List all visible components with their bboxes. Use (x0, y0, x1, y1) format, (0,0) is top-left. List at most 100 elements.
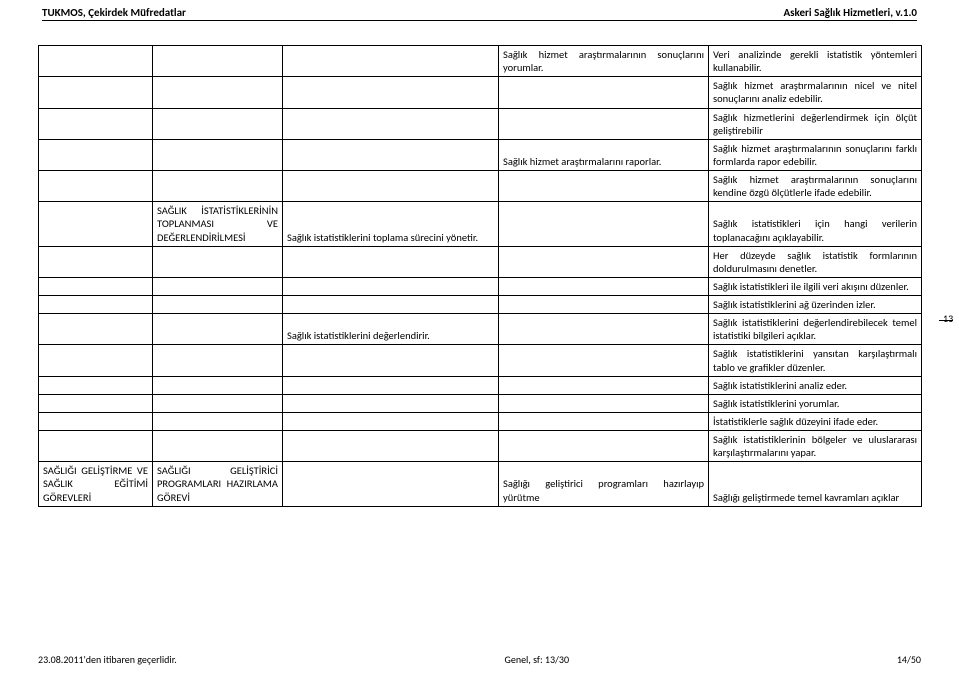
table-row: Sağlık istatistiklerini yansıtan karşıla… (39, 345, 922, 376)
cell (499, 412, 709, 430)
cell (153, 314, 283, 345)
cell (283, 108, 499, 139)
cell (499, 77, 709, 108)
cell (499, 431, 709, 462)
cell (153, 345, 283, 376)
cell (153, 171, 283, 202)
cell (153, 246, 283, 277)
cell (283, 394, 499, 412)
cell (153, 139, 283, 170)
table-row: Sağlık istatistiklerini analiz eder. (39, 376, 922, 394)
header-left: TUKMOS, Çekirdek Müfredatlar (42, 6, 186, 19)
competency-table: Sağlık hizmet araştırmalarının sonuçları… (38, 45, 922, 507)
footer-right: 14/50 (897, 653, 921, 666)
cell: Sağlık istatistikleri ile ilgili veri ak… (709, 277, 922, 295)
cell (283, 171, 499, 202)
margin-page-fragment: 13 (939, 314, 959, 324)
header-rule (42, 20, 917, 21)
cell (153, 277, 283, 295)
cell (499, 376, 709, 394)
cell (39, 296, 153, 314)
cell (499, 202, 709, 246)
cell: Veri analizinde gerekli istatistik yönte… (709, 46, 922, 77)
cell: Sağlık istatistikleri için hangi veriler… (709, 202, 922, 246)
cell (283, 139, 499, 170)
table-row: Her düzeyde sağlık istatistik formlarını… (39, 246, 922, 277)
table-row: Sağlık istatistiklerinin bölgeler ve ulu… (39, 431, 922, 462)
cell (499, 345, 709, 376)
cell (39, 202, 153, 246)
cell (153, 108, 283, 139)
cell: SAĞLIĞI GELİŞTİRME VE SAĞLIK EĞİTİMİ GÖR… (39, 462, 153, 506)
cell (39, 345, 153, 376)
cell: Sağlık istatistiklerinin bölgeler ve ulu… (709, 431, 922, 462)
cell: Sağlık hizmet araştırmalarının sonuçları… (709, 139, 922, 170)
cell (499, 171, 709, 202)
cell: Sağlık hizmetlerini değerlendirmek için … (709, 108, 922, 139)
cell (153, 46, 283, 77)
cell (39, 376, 153, 394)
cell (153, 296, 283, 314)
cell (499, 108, 709, 139)
cell: İstatistiklerle sağlık düzeyini ifade ed… (709, 412, 922, 430)
cell (499, 277, 709, 295)
cell: Sağlık istatistiklerini yansıtan karşıla… (709, 345, 922, 376)
table-row: Sağlık hizmetlerini değerlendirmek için … (39, 108, 922, 139)
table-row: Sağlık istatistikleri ile ilgili veri ak… (39, 277, 922, 295)
cell: Her düzeyde sağlık istatistik formlarını… (709, 246, 922, 277)
cell: Sağlık istatistiklerini toplama sürecini… (283, 202, 499, 246)
cell (39, 108, 153, 139)
cell (39, 46, 153, 77)
table-row: Sağlık istatistiklerini yorumlar. (39, 394, 922, 412)
cell: SAĞLIĞI GELİŞTİRİCİ PROGRAMLARI HAZIRLAM… (153, 462, 283, 506)
cell (499, 314, 709, 345)
table-row: Sağlık hizmet araştırmalarını raporlar. … (39, 139, 922, 170)
table-row: Sağlık istatistiklerini değerlendirir. S… (39, 314, 922, 345)
cell (39, 277, 153, 295)
cell (283, 77, 499, 108)
table-row: SAĞLIĞI GELİŞTİRME VE SAĞLIK EĞİTİMİ GÖR… (39, 462, 922, 506)
cell (39, 412, 153, 430)
cell (283, 277, 499, 295)
cell (153, 77, 283, 108)
cell (499, 246, 709, 277)
cell (39, 139, 153, 170)
cell (283, 431, 499, 462)
table-row: Sağlık hizmet araştırmalarının sonuçları… (39, 46, 922, 77)
cell (153, 431, 283, 462)
header-right: Askeri Sağlık Hizmetleri, v.1.0 (783, 6, 917, 19)
table-row: SAĞLIK İSTATİSTİKLERİNİN TOPLANMASI VE D… (39, 202, 922, 246)
cell: Sağlık istatistiklerini ağ üzerinden izl… (709, 296, 922, 314)
cell (283, 376, 499, 394)
table-row: Sağlık istatistiklerini ağ üzerinden izl… (39, 296, 922, 314)
cell: Sağlık istatistiklerini yorumlar. (709, 394, 922, 412)
cell: Sağlık istatistiklerini değerlendirir. (283, 314, 499, 345)
cell: Sağlık hizmet araştırmalarının sonuçları… (709, 171, 922, 202)
cell (153, 394, 283, 412)
cell: Sağlık istatistiklerini değerlendirebile… (709, 314, 922, 345)
cell (283, 296, 499, 314)
cell (499, 296, 709, 314)
cell (283, 345, 499, 376)
cell (153, 412, 283, 430)
cell: Sağlık hizmet araştırmalarının nicel ve … (709, 77, 922, 108)
cell: Sağlık hizmet araştırmalarını raporlar. (499, 139, 709, 170)
footer-center: Genel, sf: 13/30 (505, 653, 570, 666)
footer: 23.08.2011'den itibaren geçerlidir. Gene… (38, 653, 921, 666)
cell: Sağlık istatistiklerini analiz eder. (709, 376, 922, 394)
table-row: Sağlık hizmet araştırmalarının sonuçları… (39, 171, 922, 202)
cell (39, 171, 153, 202)
cell (39, 246, 153, 277)
cell (283, 462, 499, 506)
table-row: Sağlık hizmet araştırmalarının nicel ve … (39, 77, 922, 108)
cell (283, 246, 499, 277)
cell: Sağlığı geliştirmede temel kavramları aç… (709, 462, 922, 506)
cell (283, 46, 499, 77)
cell (39, 394, 153, 412)
cell (39, 314, 153, 345)
table-row: İstatistiklerle sağlık düzeyini ifade ed… (39, 412, 922, 430)
footer-left: 23.08.2011'den itibaren geçerlidir. (38, 653, 177, 666)
cell: Sağlık hizmet araştırmalarının sonuçları… (499, 46, 709, 77)
cell (39, 77, 153, 108)
cell (499, 394, 709, 412)
